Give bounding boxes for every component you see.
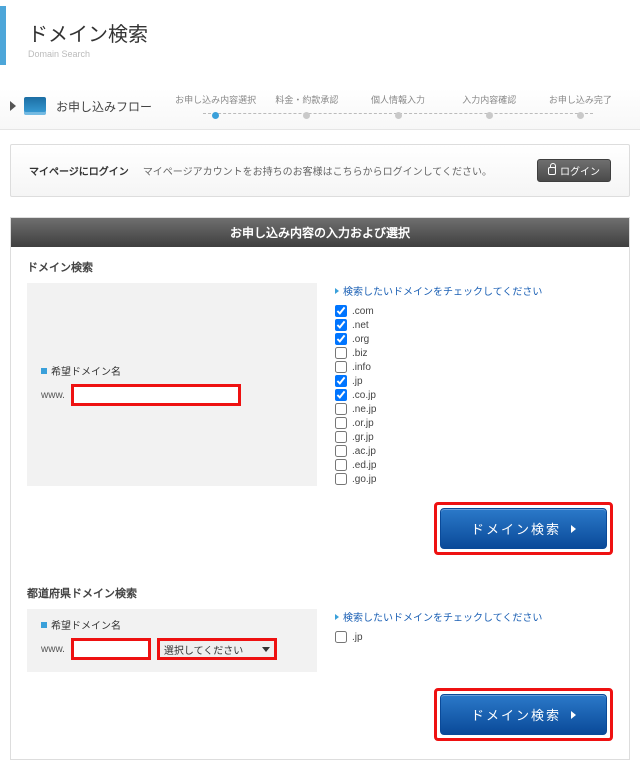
tld-label: .info bbox=[352, 362, 371, 373]
section-title-domain: ドメイン検索 bbox=[11, 247, 629, 283]
tld-checkbox[interactable] bbox=[335, 375, 347, 387]
tld-item[interactable]: .ed.jp bbox=[335, 458, 613, 472]
pref-input-box: 希望ドメイン名 www. 選択してください bbox=[27, 609, 317, 672]
page-subtitle: Domain Search bbox=[28, 49, 618, 59]
flow-step-label: お申し込み内容選択 bbox=[175, 93, 256, 106]
domain-action-row: ドメイン検索 bbox=[11, 496, 629, 573]
domain-input-box: 希望ドメイン名 www. bbox=[27, 283, 317, 486]
flow-step-label: お申し込み完了 bbox=[549, 93, 612, 106]
pref-select[interactable]: 選択してください bbox=[157, 638, 277, 660]
tld-item[interactable]: .net bbox=[335, 318, 613, 332]
flow-steps: お申し込み内容選択 料金・約款承認 個人情報入力 入力内容確認 お申し込み完了 bbox=[166, 93, 630, 119]
flow-step: 個人情報入力 bbox=[352, 93, 443, 119]
application-flow: お申し込みフロー お申し込み内容選択料金・約款承認個人情報入力入力内容確認お申し… bbox=[0, 89, 640, 130]
tld-label: .ed.jp bbox=[352, 460, 376, 471]
lock-icon bbox=[548, 167, 556, 175]
tld-label: .co.jp bbox=[352, 390, 376, 401]
pref-tld-box: 検索したいドメインをチェックしてください .jp bbox=[335, 609, 613, 672]
tld-item[interactable]: .biz bbox=[335, 346, 613, 360]
tld-label: .jp bbox=[352, 632, 363, 643]
chevron-down-icon bbox=[262, 647, 270, 652]
tld-label: .net bbox=[352, 320, 369, 331]
tld-item[interactable]: .jp bbox=[335, 630, 613, 644]
tld-item[interactable]: .go.jp bbox=[335, 472, 613, 486]
domain-search-button-highlight: ドメイン検索 bbox=[434, 502, 613, 555]
pref-action-row: ドメイン検索 bbox=[11, 682, 629, 759]
page-header: ドメイン検索 Domain Search bbox=[0, 6, 640, 65]
pref-field-label: 希望ドメイン名 bbox=[41, 617, 303, 632]
domain-search-button-label: ドメイン検索 bbox=[471, 519, 561, 538]
flow-step: お申し込み完了 bbox=[535, 93, 626, 119]
chevron-right-icon bbox=[571, 711, 576, 719]
login-bar: マイページにログイン マイページアカウントをお持ちのお客様はこちらからログインし… bbox=[10, 144, 630, 197]
flow-icon bbox=[24, 97, 46, 115]
tld-item[interactable]: .gr.jp bbox=[335, 430, 613, 444]
tld-checkbox[interactable] bbox=[335, 361, 347, 373]
tld-item[interactable]: .or.jp bbox=[335, 416, 613, 430]
tld-checkbox[interactable] bbox=[335, 333, 347, 345]
flow-step-label: 個人情報入力 bbox=[371, 93, 425, 106]
login-button[interactable]: ログイン bbox=[537, 159, 611, 182]
tld-label: .ne.jp bbox=[352, 404, 376, 415]
tld-item[interactable]: .org bbox=[335, 332, 613, 346]
tld-label: .gr.jp bbox=[352, 432, 374, 443]
section-pref: 希望ドメイン名 www. 選択してください 検索したいドメインをチェックしてくだ… bbox=[11, 609, 629, 682]
tld-checkbox[interactable] bbox=[335, 347, 347, 359]
tld-item[interactable]: .ne.jp bbox=[335, 402, 613, 416]
pref-search-button-highlight: ドメイン検索 bbox=[434, 688, 613, 741]
pref-tld-list: .jp bbox=[335, 630, 613, 644]
flow-step: 入力内容確認 bbox=[444, 93, 535, 119]
page-title: ドメイン検索 bbox=[28, 18, 618, 47]
tld-label: .biz bbox=[352, 348, 368, 359]
pref-prefix: www. bbox=[41, 644, 65, 655]
login-bar-title: マイページにログイン bbox=[29, 163, 129, 178]
tld-item[interactable]: .co.jp bbox=[335, 388, 613, 402]
panel-heading: お申し込み内容の入力および選択 bbox=[11, 218, 629, 247]
tld-checkbox[interactable] bbox=[335, 305, 347, 317]
tld-checkbox[interactable] bbox=[335, 459, 347, 471]
tld-checkbox[interactable] bbox=[335, 445, 347, 457]
tld-label: .or.jp bbox=[352, 418, 374, 429]
tld-item[interactable]: .ac.jp bbox=[335, 444, 613, 458]
login-bar-message: マイページアカウントをお持ちのお客様はこちらからログインしてください。 bbox=[143, 163, 523, 178]
tld-checkbox[interactable] bbox=[335, 389, 347, 401]
tld-checkbox[interactable] bbox=[335, 319, 347, 331]
tld-item[interactable]: .info bbox=[335, 360, 613, 374]
tld-item[interactable]: .jp bbox=[335, 374, 613, 388]
tld-checkbox[interactable] bbox=[335, 473, 347, 485]
domain-prefix: www. bbox=[41, 390, 65, 401]
pref-domain-input[interactable] bbox=[71, 638, 151, 660]
tld-label: .go.jp bbox=[352, 474, 376, 485]
domain-tld-hint: 検索したいドメインをチェックしてください bbox=[335, 283, 613, 298]
flow-step: 料金・約款承認 bbox=[261, 93, 352, 119]
tld-label: .com bbox=[352, 306, 374, 317]
flow-step-label: 入力内容確認 bbox=[462, 93, 516, 106]
domain-search-button[interactable]: ドメイン検索 bbox=[440, 508, 607, 549]
tld-label: .ac.jp bbox=[352, 446, 376, 457]
pref-tld-hint: 検索したいドメインをチェックしてください bbox=[335, 609, 613, 624]
flow-step: お申し込み内容選択 bbox=[170, 93, 261, 119]
pref-select-label: 選択してください bbox=[164, 642, 243, 657]
pref-search-button-label: ドメイン検索 bbox=[471, 705, 561, 724]
tld-checkbox[interactable] bbox=[335, 417, 347, 429]
play-icon bbox=[10, 101, 16, 111]
tld-label: .jp bbox=[352, 376, 363, 387]
tld-checkbox[interactable] bbox=[335, 403, 347, 415]
domain-tld-list: .com .net .org .biz .info .jp .co.jp .ne.jp .or.… bbox=[335, 304, 613, 486]
flow-step-label: 料金・約款承認 bbox=[275, 93, 338, 106]
application-panel: お申し込み内容の入力および選択 ドメイン検索 希望ドメイン名 www. 検索した… bbox=[10, 217, 630, 760]
flow-label: お申し込みフロー bbox=[56, 98, 152, 115]
chevron-right-icon bbox=[571, 525, 576, 533]
tld-label: .org bbox=[352, 334, 369, 345]
section-title-pref: 都道府県ドメイン検索 bbox=[11, 573, 629, 609]
domain-field-label: 希望ドメイン名 bbox=[41, 363, 303, 378]
section-domain: 希望ドメイン名 www. 検索したいドメインをチェックしてください .com .n… bbox=[11, 283, 629, 496]
domain-tld-box: 検索したいドメインをチェックしてください .com .net .org .biz .in… bbox=[335, 283, 613, 486]
login-button-label: ログイン bbox=[560, 163, 600, 178]
tld-item[interactable]: .com bbox=[335, 304, 613, 318]
domain-name-input[interactable] bbox=[71, 384, 241, 406]
pref-search-button[interactable]: ドメイン検索 bbox=[440, 694, 607, 735]
tld-checkbox[interactable] bbox=[335, 631, 347, 643]
tld-checkbox[interactable] bbox=[335, 431, 347, 443]
